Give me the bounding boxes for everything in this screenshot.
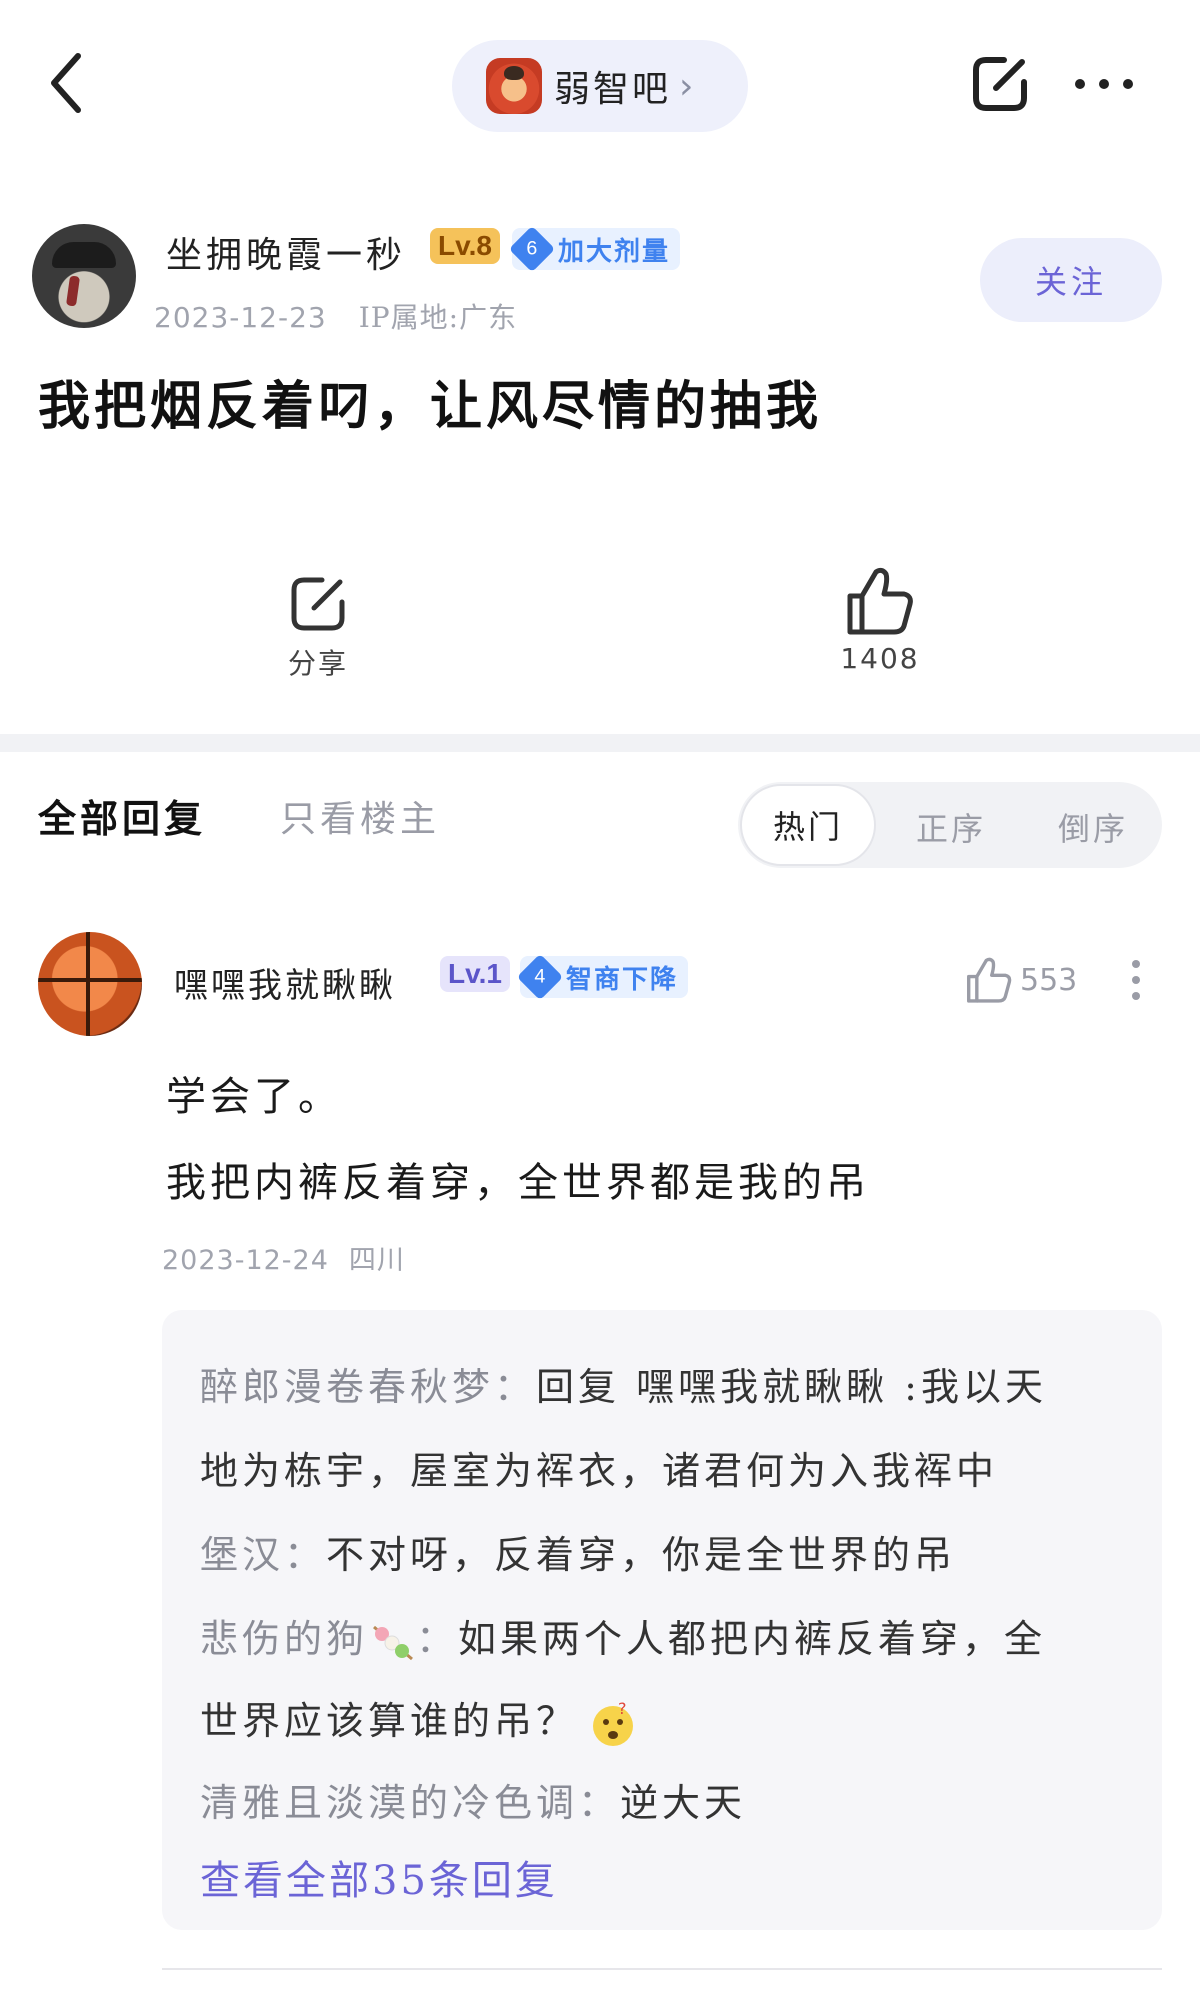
sub-reply[interactable]: 醉郎漫卷春秋梦：回复 嘿嘿我就瞅瞅 :我以天 bbox=[200, 1356, 1047, 1411]
sub-reply[interactable]: 悲伤的狗 ：如果两个人都把内裤反着穿，全 bbox=[200, 1608, 1046, 1663]
thumbs-up-icon bbox=[967, 957, 1012, 1003]
sub-reply[interactable]: 堡汉：不对呀，反着穿，你是全世界的吊 bbox=[200, 1524, 956, 1579]
sub-reply-text: 世界应该算谁的吊？ bbox=[200, 1699, 579, 1743]
reply-medal-level: 4 bbox=[534, 965, 546, 988]
section-divider bbox=[0, 734, 1200, 752]
reply-medal-badge: 4 智商下降 bbox=[516, 953, 689, 1001]
author-avatar[interactable] bbox=[32, 224, 136, 328]
view-all-replies-link[interactable]: 查看全部35条回复 bbox=[200, 1848, 558, 1906]
level-badge: Lv.8 bbox=[430, 228, 500, 264]
medal-level: 6 bbox=[526, 237, 538, 260]
sub-reply-author-colon: ： bbox=[416, 1617, 459, 1661]
sub-reply-continuation: 世界应该算谁的吊？? bbox=[200, 1690, 636, 1748]
post-meta: 2023-12-23 IP属地:广东 bbox=[154, 296, 517, 336]
sub-reply[interactable]: 清雅且淡漠的冷色调：逆大天 bbox=[200, 1772, 746, 1827]
follow-button[interactable]: 关注 bbox=[980, 238, 1162, 322]
share-label: 分享 bbox=[287, 647, 348, 680]
medal-title: 加大剂量 bbox=[558, 236, 671, 267]
like-count: 1408 bbox=[840, 642, 920, 675]
tab-op-only[interactable]: 只看楼主 bbox=[280, 790, 440, 842]
thinking-face-icon: ? bbox=[593, 1702, 634, 1746]
more-button[interactable] bbox=[1072, 72, 1136, 96]
reply-location: 四川 bbox=[348, 1245, 405, 1276]
author-name[interactable]: 坐拥晚霞一秒 bbox=[166, 226, 406, 278]
sub-reply-author[interactable]: 堡汉： bbox=[200, 1533, 326, 1577]
candy-skewer-icon bbox=[373, 1625, 413, 1660]
tab-all-replies[interactable]: 全部回复 bbox=[38, 788, 206, 843]
sub-reply-author-name: 悲伤的狗 bbox=[200, 1617, 369, 1661]
more-horizontal-icon bbox=[1075, 79, 1133, 89]
sub-reply-text: 地为栋宇，屋室为裈衣，诸君何为入我裈中 bbox=[200, 1449, 999, 1493]
edit-icon bbox=[973, 57, 1027, 111]
post-date: 2023-12-23 bbox=[154, 301, 327, 334]
sub-reply-author[interactable]: 悲伤的狗 ： bbox=[200, 1617, 458, 1661]
forum-name: 弱智吧 bbox=[554, 69, 672, 110]
post-title: 我把烟反着叼，让风尽情的抽我 bbox=[38, 376, 823, 437]
reply-avatar[interactable] bbox=[38, 932, 142, 1036]
more-vertical-icon bbox=[1132, 960, 1140, 1000]
sort-ascending[interactable]: 正序 bbox=[916, 804, 986, 850]
reply-medal-title: 智商下降 bbox=[566, 964, 679, 995]
sub-reply-text: 如果两个人都把内裤反着穿，全 bbox=[458, 1617, 1047, 1661]
reply-date: 2023-12-24 bbox=[162, 1245, 329, 1276]
like-button[interactable]: 1408 bbox=[830, 566, 930, 675]
reply-more-button[interactable] bbox=[1128, 958, 1144, 1002]
sub-reply-text: 不对呀，反着穿，你是全世界的吊 bbox=[326, 1533, 957, 1577]
sub-reply-text: 回复 嘿嘿我就瞅瞅 :我以天 bbox=[536, 1365, 1047, 1409]
sub-reply-continuation: 地为栋宇，屋室为裈衣，诸君何为入我裈中 bbox=[200, 1440, 998, 1495]
diamond-icon: 4 bbox=[516, 953, 564, 1001]
svg-text:?: ? bbox=[618, 1702, 631, 1718]
reply-meta: 2023-12-24 四川 bbox=[162, 1238, 405, 1277]
share-button[interactable]: 分享 bbox=[268, 572, 368, 682]
sub-reply-author[interactable]: 醉郎漫卷春秋梦： bbox=[200, 1365, 536, 1409]
bottom-divider bbox=[162, 1968, 1162, 1970]
post-ip: IP属地:广东 bbox=[358, 301, 518, 334]
sort-hot[interactable]: 热门 bbox=[740, 784, 876, 866]
reply-text-line: 学会了。 bbox=[166, 1074, 342, 1120]
back-button[interactable] bbox=[40, 48, 100, 118]
sub-reply-author[interactable]: 清雅且淡漠的冷色调： bbox=[200, 1781, 620, 1825]
chevron-left-icon bbox=[51, 53, 81, 113]
share-icon bbox=[291, 577, 345, 631]
reply-level-badge: Lv.1 bbox=[440, 956, 510, 992]
diamond-icon: 6 bbox=[508, 225, 556, 273]
reply-text-line: 我把内裤反着穿，全世界都是我的吊 bbox=[166, 1160, 870, 1206]
forum-avatar bbox=[486, 58, 542, 114]
sub-reply-text: 逆大天 bbox=[620, 1781, 747, 1825]
chevron-right-icon: › bbox=[679, 65, 694, 107]
edit-button[interactable] bbox=[968, 52, 1032, 116]
reply-like-button[interactable]: 553 bbox=[966, 956, 1077, 1004]
thumbs-up-icon bbox=[847, 567, 913, 635]
reply-like-count: 553 bbox=[1020, 962, 1078, 998]
medal-badge: 6 加大剂量 bbox=[508, 225, 681, 273]
forum-entry[interactable]: 弱智吧 › bbox=[452, 40, 748, 132]
reply-author-name[interactable]: 嘿嘿我就瞅瞅 bbox=[174, 958, 396, 1007]
sort-descending[interactable]: 倒序 bbox=[1058, 804, 1128, 850]
